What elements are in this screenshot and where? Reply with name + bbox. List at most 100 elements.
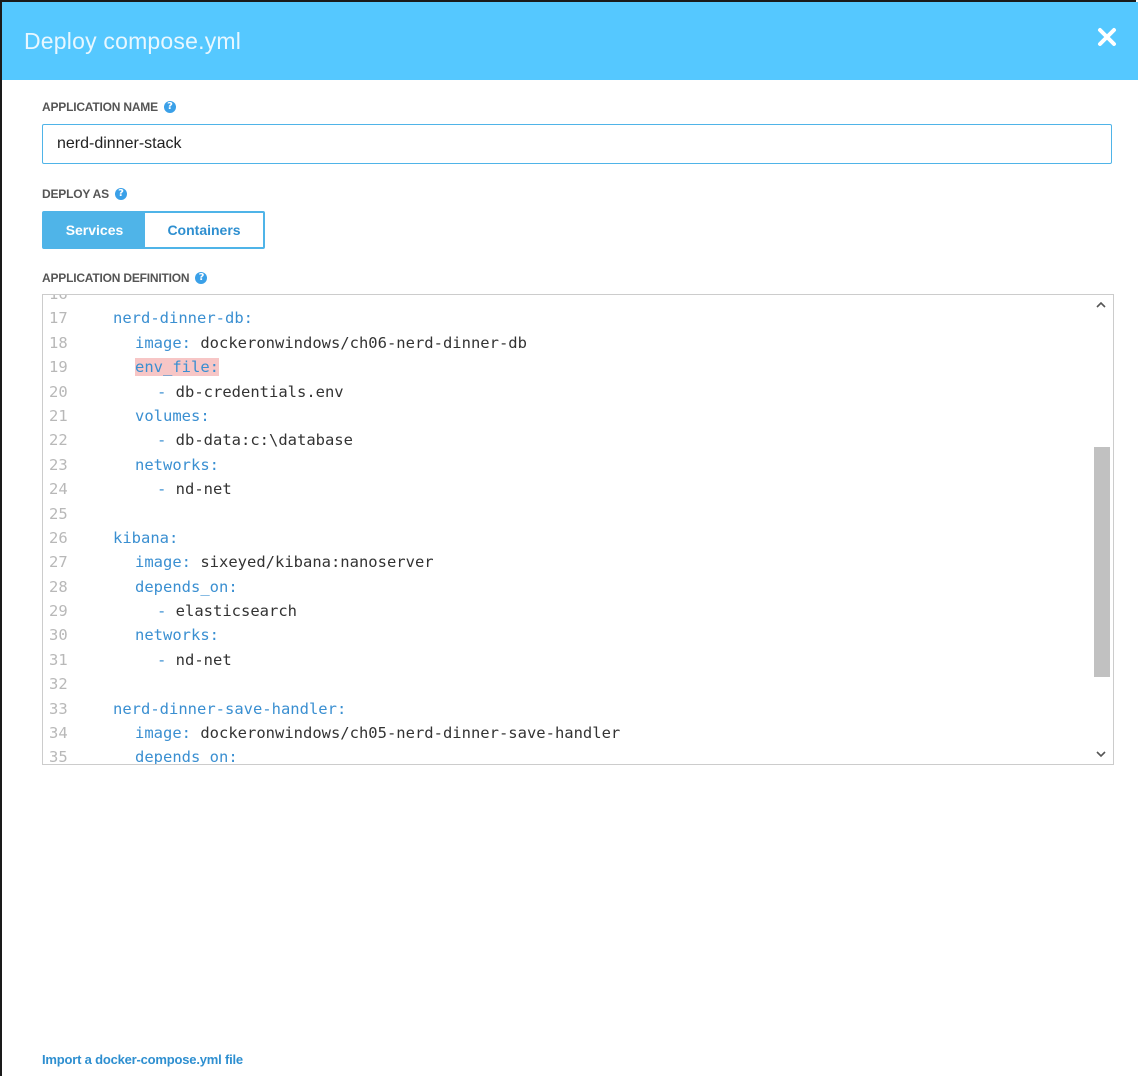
- deploy-as-label-text: DEPLOY AS: [42, 187, 109, 201]
- line-number: 24: [49, 480, 68, 499]
- line-number: 35: [49, 748, 68, 765]
- yaml-key: networks:: [135, 626, 219, 645]
- line-number: 26: [49, 528, 68, 547]
- deploy-as-label: DEPLOY AS ?: [42, 187, 127, 201]
- code-line: 16: [43, 294, 1089, 306]
- line-text: kibana:: [85, 526, 178, 550]
- line-text: - db-data:c:\database: [85, 428, 353, 452]
- line-text: depends_on:: [85, 745, 238, 764]
- help-icon[interactable]: ?: [195, 272, 208, 284]
- line-number: 22: [49, 431, 68, 450]
- code-line: 30 networks:: [43, 623, 1089, 647]
- containers-option[interactable]: Containers: [145, 213, 263, 247]
- code-line: 28 depends_on:: [43, 575, 1089, 599]
- code-line: 32: [43, 672, 1089, 696]
- help-icon[interactable]: ?: [114, 188, 127, 200]
- line-number: 31: [49, 650, 68, 669]
- line-text: networks:: [85, 453, 219, 477]
- yaml-key: volumes:: [135, 406, 210, 425]
- line-number: 27: [49, 553, 68, 572]
- line-number: 34: [49, 724, 68, 743]
- application-name-input[interactable]: [42, 124, 1112, 164]
- chevron-down-icon: [1096, 751, 1106, 758]
- yaml-value: db-credentials.env: [175, 382, 344, 401]
- dialog-title: Deploy compose.yml: [24, 28, 242, 54]
- line-number: 29: [49, 602, 68, 621]
- yaml-key: image:: [135, 333, 191, 352]
- line-text: env_file:: [85, 355, 219, 379]
- line-text: nerd-dinner-db:: [85, 306, 253, 330]
- line-number: 30: [49, 626, 68, 645]
- code-line: 21 volumes:: [43, 404, 1089, 428]
- application-definition-label: APPLICATION DEFINITION ?: [42, 271, 208, 285]
- yaml-key: -: [157, 480, 176, 499]
- application-name-label: APPLICATION NAME ?: [42, 100, 176, 114]
- line-number: 23: [49, 455, 68, 474]
- code-line: 26 kibana:: [43, 526, 1089, 550]
- line-text: nerd-dinner-save-handler:: [85, 697, 346, 721]
- yaml-value: dockeronwindows/ch06-nerd-dinner-db: [191, 333, 527, 352]
- deploy-as-toggle: Services Containers: [42, 211, 265, 249]
- code-line: 29 - elasticsearch: [43, 599, 1089, 623]
- code-line: 24 - nd-net: [43, 477, 1089, 501]
- application-definition-label-text: APPLICATION DEFINITION: [42, 271, 190, 285]
- line-text: image: sixeyed/kibana:nanoserver: [85, 550, 434, 574]
- close-button[interactable]: [1092, 22, 1122, 52]
- line-number: 20: [49, 382, 68, 401]
- line-number: 33: [49, 699, 68, 718]
- yaml-value: db-data:c:\database: [175, 431, 353, 450]
- line-text: - db-credentials.env: [85, 380, 344, 404]
- scroll-down-button[interactable]: [1089, 744, 1113, 764]
- code-line: 18 image: dockeronwindows/ch06-nerd-dinne…: [43, 331, 1089, 355]
- line-number: 16: [49, 294, 68, 303]
- code-line: 25: [43, 502, 1089, 526]
- line-text: [85, 672, 113, 696]
- code-line: 27 image: sixeyed/kibana:nanoserver: [43, 550, 1089, 574]
- line-number: 21: [49, 406, 68, 425]
- yaml-key: -: [157, 650, 176, 669]
- code-editor[interactable]: 16 17 nerd-dinner-db: 18 image: dockeronwind…: [42, 294, 1114, 765]
- yaml-value: nd-net: [175, 480, 232, 499]
- line-text: networks:: [85, 623, 219, 647]
- code-line: 34 image: dockeronwindows/ch05-nerd-dinne…: [43, 721, 1089, 745]
- line-text: - nd-net: [85, 477, 232, 501]
- code-line: 31 - nd-net: [43, 648, 1089, 672]
- line-number: 18: [49, 333, 68, 352]
- scroll-up-button[interactable]: [1089, 295, 1113, 315]
- yaml-key: -: [157, 431, 176, 450]
- line-text: - elasticsearch: [85, 599, 297, 623]
- line-text: image: dockeronwindows/ch06-nerd-dinner-…: [85, 331, 527, 355]
- yaml-key: networks:: [135, 455, 219, 474]
- yaml-key: -: [157, 602, 176, 621]
- close-icon: [1098, 28, 1116, 46]
- dialog-header: Deploy compose.yml: [2, 2, 1138, 80]
- services-option[interactable]: Services: [44, 213, 145, 247]
- line-number: 17: [49, 309, 68, 328]
- code-line: 19 env_file:: [43, 355, 1089, 379]
- code-lines: 16 17 nerd-dinner-db: 18 image: dockeronwind…: [43, 294, 1089, 765]
- line-number: 19: [49, 358, 68, 377]
- line-text: depends_on:: [85, 575, 238, 599]
- line-number: 28: [49, 577, 68, 596]
- line-text: image: dockeronwindows/ch05-nerd-dinner-…: [85, 721, 620, 745]
- yaml-key: -: [157, 382, 176, 401]
- scrollbar-thumb[interactable]: [1094, 447, 1110, 677]
- chevron-up-icon: [1096, 301, 1106, 308]
- line-text: [85, 295, 113, 306]
- yaml-key: nerd-dinner-db:: [113, 309, 253, 328]
- help-icon[interactable]: ?: [163, 101, 176, 113]
- code-line: 20 - db-credentials.env: [43, 380, 1089, 404]
- code-line: 23 networks:: [43, 453, 1089, 477]
- yaml-value: nd-net: [175, 650, 232, 669]
- yaml-value: sixeyed/kibana:nanoserver: [191, 553, 434, 572]
- line-text: [85, 502, 113, 526]
- editor-scrollbar[interactable]: [1089, 295, 1113, 764]
- import-compose-file-link[interactable]: Import a docker-compose.yml file: [42, 1052, 243, 1067]
- line-number: 32: [49, 675, 68, 694]
- code-line: 35 depends_on:: [43, 745, 1089, 765]
- highlighted-key: env_file:: [135, 358, 219, 377]
- line-text: volumes:: [85, 404, 210, 428]
- yaml-key: kibana:: [113, 528, 179, 547]
- application-name-label-text: APPLICATION NAME: [42, 100, 158, 114]
- yaml-key: nerd-dinner-save-handler:: [113, 699, 347, 718]
